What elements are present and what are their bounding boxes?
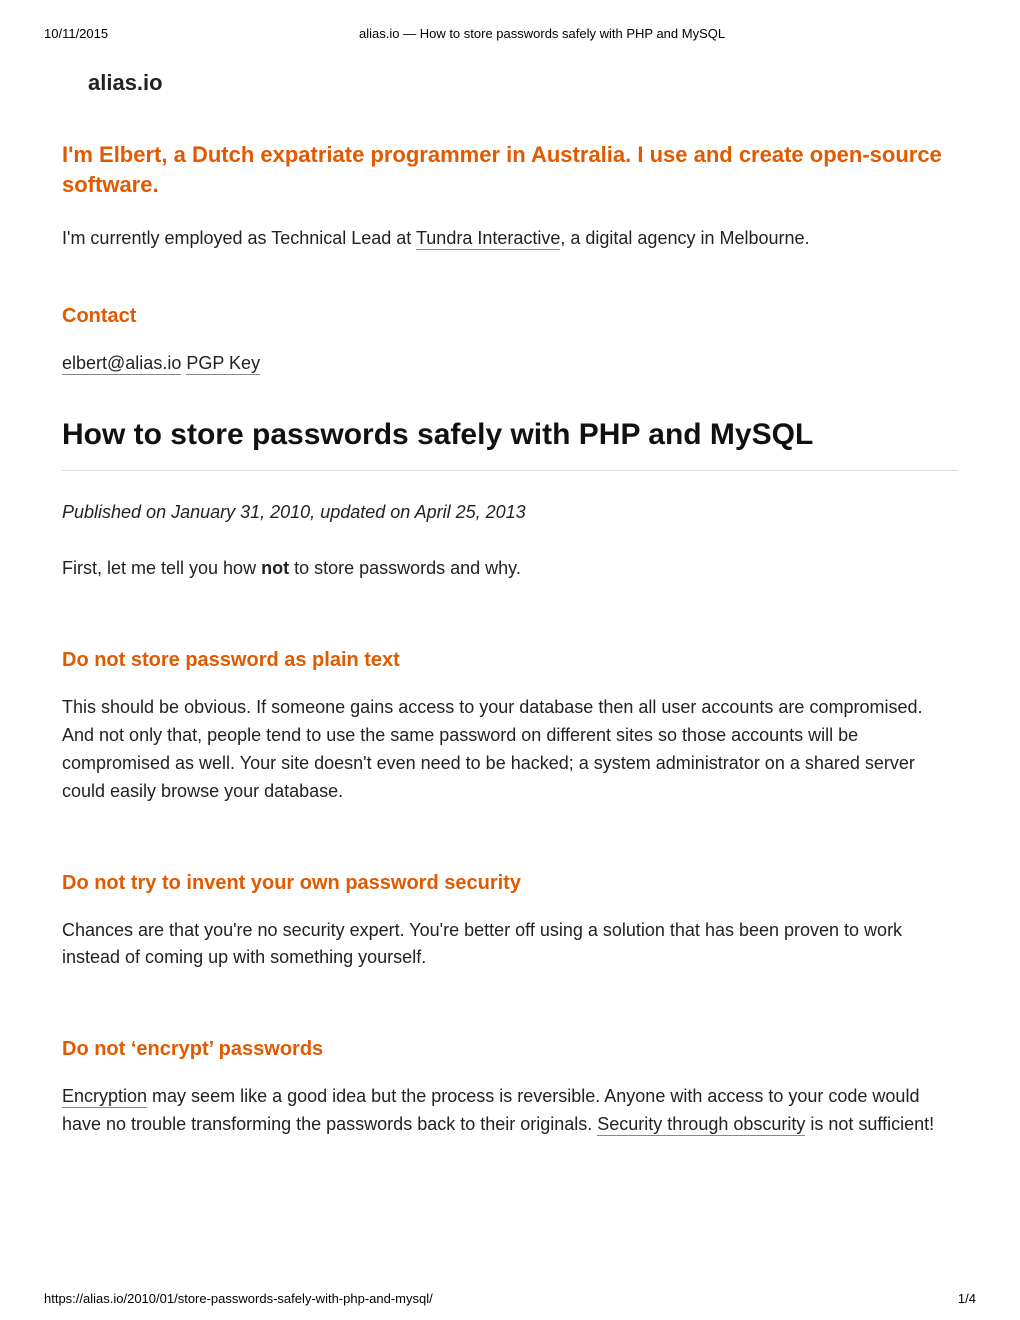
tundra-link[interactable]: Tundra Interactive: [416, 228, 560, 250]
section1-heading: Do not store password as plain text: [62, 649, 958, 672]
print-title: alias.io — How to store passwords safely…: [44, 26, 976, 41]
pgp-key-link[interactable]: PGP Key: [186, 353, 260, 375]
section3-heading: Do not ‘encrypt’ passwords: [62, 1038, 958, 1061]
title-rule: [62, 470, 958, 471]
intro-employ-post: , a digital agency in Melbourne.: [560, 228, 809, 248]
contact-heading: Contact: [62, 305, 958, 328]
intro-employment: I'm currently employed as Technical Lead…: [62, 225, 958, 253]
intro-employ-pre: I'm currently employed as Technical Lead…: [62, 228, 416, 248]
first-pre: First, let me tell you how: [62, 558, 261, 578]
contact-line: elbert@alias.io PGP Key: [62, 350, 958, 378]
section2-body: Chances are that you're no security expe…: [62, 917, 958, 973]
section3-body: Encryption may seem like a good idea but…: [62, 1083, 958, 1139]
print-page: 1/4: [958, 1291, 976, 1306]
article-meta: Published on January 31, 2010, updated o…: [62, 499, 958, 527]
encryption-link[interactable]: Encryption: [62, 1086, 147, 1108]
contact-email-link[interactable]: elbert@alias.io: [62, 353, 181, 375]
print-footer: https://alias.io/2010/01/store-passwords…: [44, 1291, 976, 1306]
section1-body: This should be obvious. If someone gains…: [62, 694, 958, 806]
article-first-line: First, let me tell you how not to store …: [62, 555, 958, 583]
site-title: alias.io: [88, 70, 958, 96]
s3-post: is not sufficient!: [805, 1114, 934, 1134]
print-url: https://alias.io/2010/01/store-passwords…: [44, 1291, 433, 1306]
intro-heading: I'm Elbert, a Dutch expatriate programme…: [62, 140, 958, 199]
first-bold: not: [261, 558, 289, 578]
page-content: alias.io I'm Elbert, a Dutch expatriate …: [62, 60, 958, 1157]
first-post: to store passwords and why.: [289, 558, 521, 578]
article-title: How to store passwords safely with PHP a…: [62, 418, 958, 452]
print-date: 10/11/2015: [44, 26, 108, 41]
obscurity-link[interactable]: Security through obscurity: [597, 1114, 805, 1136]
section2-heading: Do not try to invent your own password s…: [62, 872, 958, 895]
print-header: 10/11/2015 alias.io — How to store passw…: [44, 26, 976, 41]
